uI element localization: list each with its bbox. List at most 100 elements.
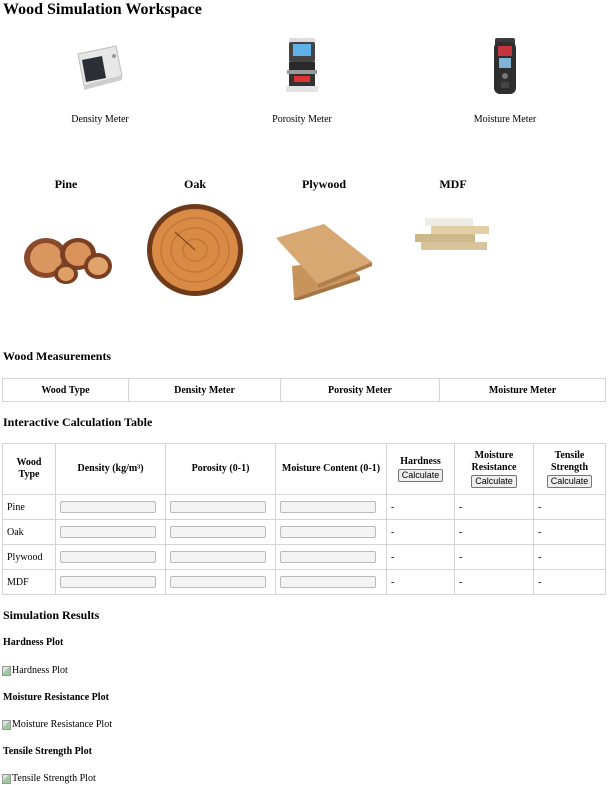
moisture-cell: [275, 494, 387, 520]
column-header: Wood Type: [2, 378, 129, 402]
hardness-header: Hardness Calculate: [386, 443, 455, 495]
density-input[interactable]: [60, 551, 156, 563]
moisture-resistance-value: -: [454, 544, 534, 570]
wood-type-cell: Plywood: [2, 544, 56, 570]
density-cell: [55, 569, 166, 595]
plywood-sheets-image: [274, 222, 374, 305]
density-cell: [55, 519, 166, 545]
moisture-cell: [275, 544, 387, 570]
wood-name: MDF: [439, 177, 467, 191]
column-header: Porosity Meter: [280, 378, 440, 402]
plot-heading: Tensile Strength Plot: [3, 746, 92, 757]
moisture-resistance-header: Moisture Resistance Calculate: [454, 443, 534, 495]
column-header: Density (kg/m³): [55, 443, 166, 495]
table-header-row: Wood Type Density Meter Porosity Meter M…: [2, 378, 606, 402]
density-input[interactable]: [60, 526, 156, 538]
pine-logs-image: [16, 220, 116, 289]
hardness-value: -: [386, 494, 455, 520]
image-alt-text: Hardness Plot: [12, 665, 68, 676]
wood-type-cell: Pine: [2, 494, 56, 520]
porosity-input[interactable]: [170, 576, 266, 588]
column-header: Moisture Meter: [439, 378, 606, 402]
moisture-meter-device-icon: [475, 36, 535, 98]
moisture-input[interactable]: [280, 526, 376, 538]
oak-slice-image: [145, 202, 245, 303]
tensile-strength-value: -: [533, 544, 606, 570]
calculate-tensile-strength-button[interactable]: Calculate: [546, 475, 593, 488]
moisture-input[interactable]: [280, 551, 376, 563]
page: Wood Simulation Workspace Density Meter: [0, 0, 611, 785]
calculation-table: Wood Type Density (kg/m³) Porosity (0-1)…: [2, 443, 606, 595]
density-meter-device-icon: [70, 36, 130, 98]
porosity-cell: [165, 519, 276, 545]
instrument-label: Moisture Meter: [473, 114, 537, 125]
wood-name: Oak: [183, 177, 206, 191]
calc-heading: Interactive Calculation Table: [3, 415, 153, 429]
porosity-input[interactable]: [170, 551, 266, 563]
hardness-value: -: [386, 569, 455, 595]
tensile-strength-plot-image: Tensile Strength Plot: [2, 773, 96, 784]
tensile-strength-value: -: [533, 519, 606, 545]
moisture-input[interactable]: [280, 576, 376, 588]
porosity-cell: [165, 544, 276, 570]
density-input[interactable]: [60, 501, 156, 513]
column-header: Tensile Strength: [550, 450, 589, 473]
column-header: Wood Type: [2, 443, 56, 495]
density-cell: [55, 494, 166, 520]
mdf-boards-image: [411, 214, 495, 259]
image-alt-text: Tensile Strength Plot: [12, 773, 96, 784]
tensile-strength-value: -: [533, 569, 606, 595]
broken-image-icon: [2, 719, 11, 730]
plot-heading: Moisture Resistance Plot: [3, 692, 109, 703]
page-title: Wood Simulation Workspace: [3, 1, 202, 18]
porosity-meter-device-icon: [272, 36, 332, 98]
table-row: Oak - - -: [2, 519, 606, 545]
moisture-resistance-value: -: [454, 569, 534, 595]
wood-type-cell: Oak: [2, 519, 56, 545]
hardness-value: -: [386, 519, 455, 545]
porosity-cell: [165, 494, 276, 520]
column-header: Moisture Content (0-1): [275, 443, 387, 495]
wood-name: Plywood: [301, 177, 346, 191]
table-header-row: Wood Type Density (kg/m³) Porosity (0-1)…: [2, 443, 606, 495]
moisture-cell: [275, 519, 387, 545]
image-alt-text: Moisture Resistance Plot: [12, 719, 112, 730]
column-header: Density Meter: [128, 378, 281, 402]
density-input[interactable]: [60, 576, 156, 588]
wood-oak[interactable]: Oak: [135, 176, 255, 296]
column-header: Hardness: [400, 456, 441, 467]
table-row: MDF - - -: [2, 569, 606, 595]
wood-pine[interactable]: Pine: [6, 176, 126, 284]
wood-name: Pine: [54, 177, 78, 191]
porosity-input[interactable]: [170, 501, 266, 513]
plot-heading: Hardness Plot: [3, 637, 64, 648]
moisture-input[interactable]: [280, 501, 376, 513]
moisture-resistance-value: -: [454, 494, 534, 520]
instrument-density-meter[interactable]: Density Meter: [20, 36, 180, 125]
calculate-hardness-button[interactable]: Calculate: [397, 469, 444, 482]
broken-image-icon: [2, 665, 11, 676]
tensile-strength-header: Tensile Strength Calculate: [533, 443, 606, 495]
wood-mdf[interactable]: MDF: [393, 176, 513, 250]
instrument-porosity-meter[interactable]: Porosity Meter: [222, 36, 382, 125]
hardness-plot-image: Hardness Plot: [2, 665, 68, 676]
moisture-resistance-plot-image: Moisture Resistance Plot: [2, 719, 112, 730]
tensile-strength-value: -: [533, 494, 606, 520]
column-header: Moisture Resistance: [471, 450, 517, 473]
results-heading: Simulation Results: [3, 608, 100, 622]
wood-type-cell: MDF: [2, 569, 56, 595]
measurements-heading: Wood Measurements: [3, 349, 112, 363]
instrument-label: Porosity Meter: [272, 114, 332, 125]
calculate-moisture-resistance-button[interactable]: Calculate: [471, 475, 517, 488]
instrument-label: Density Meter: [71, 114, 129, 125]
wood-plywood[interactable]: Plywood: [264, 176, 384, 302]
hardness-value: -: [386, 544, 455, 570]
instrument-moisture-meter[interactable]: Moisture Meter: [425, 36, 585, 125]
measurements-table: Wood Type Density Meter Porosity Meter M…: [2, 378, 606, 402]
porosity-input[interactable]: [170, 526, 266, 538]
table-row: Plywood - - -: [2, 544, 606, 570]
broken-image-icon: [2, 773, 11, 784]
table-row: Pine - - -: [2, 494, 606, 520]
porosity-cell: [165, 569, 276, 595]
moisture-resistance-value: -: [454, 519, 534, 545]
